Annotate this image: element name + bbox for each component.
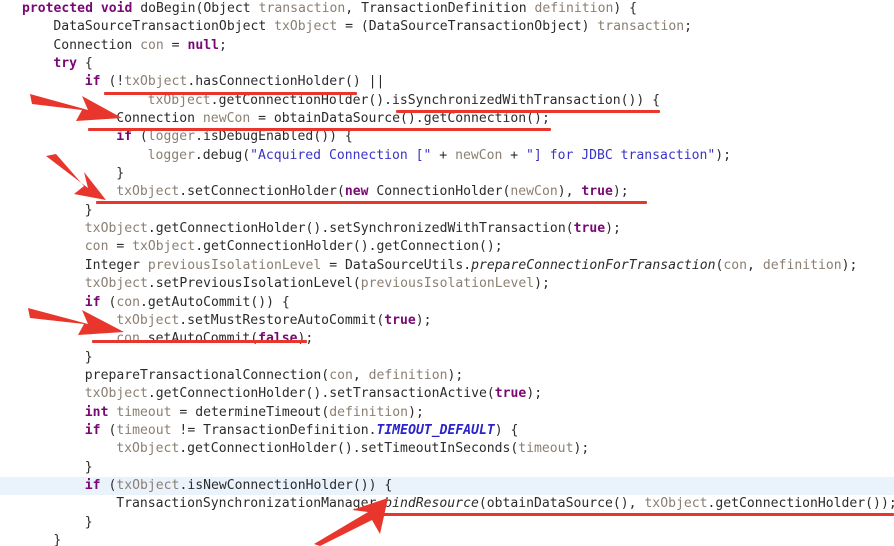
code-line: if (txObject.isNewConnectionHolder()) { [0,476,894,496]
annotation-arrow-2 [44,154,136,204]
code-line: txObject.setMustRestoreAutoCommit(true); [116,312,432,328]
code-line: if (!txObject.hasConnectionHolder() || [84,74,385,90]
underline-mark-3 [88,128,551,131]
code-line: DataSourceTransactionObject txObject = (… [53,19,693,35]
code-block: protected void doBegin(Object transactio… [0,0,894,546]
annotation-arrow-3 [28,304,132,344]
code-line: if (con.getAutoCommit()) { [84,294,290,310]
code-line: } [53,532,62,546]
underline-mark-2 [396,110,660,113]
code-line: } [84,349,93,365]
underline-mark-6 [376,513,894,516]
underline-mark-4 [96,201,647,204]
annotation-arrow-4 [310,498,406,546]
code-screenshot: protected void doBegin(Object transactio… [0,0,894,546]
code-line: txObject.getConnectionHolder().setTimeou… [116,441,590,457]
annotation-arrow-1 [30,90,130,130]
code-line: Connection con = null; [53,37,227,53]
code-line: protected void doBegin(Object transactio… [22,1,637,16]
code-line: txObject.setPreviousIsolationLevel(previ… [84,276,550,292]
code-line: try { [53,56,93,72]
code-line: } [84,459,93,475]
code-line: prepareTransactionalConnection(con, defi… [84,367,464,383]
underline-mark-1 [104,92,357,95]
code-line: if (timeout != TransactionDefinition.TIM… [84,422,519,438]
code-line: } [84,202,93,218]
code-line: int timeout = determineTimeout(definitio… [84,404,424,420]
code-line: } [84,514,93,530]
code-line: Integer previousIsolationLevel = DataSou… [84,257,858,273]
code-line: con = txObject.getConnectionHolder().get… [84,239,503,255]
code-line: txObject.getConnectionHolder().setSynchr… [84,221,621,237]
code-line: if (logger.isDebugEnabled()) { [116,129,353,145]
code-line: TransactionSynchronizationManager.bindRe… [116,496,894,512]
code-line: txObject.getConnectionHolder().setTransa… [84,386,543,402]
